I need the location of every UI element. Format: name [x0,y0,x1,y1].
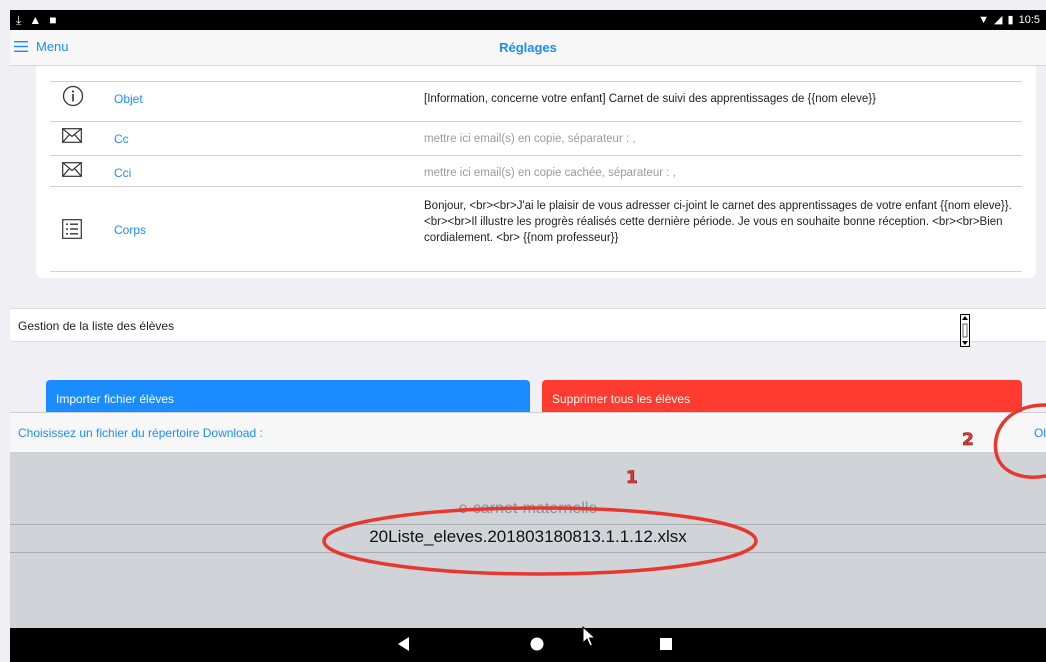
email-row-cci[interactable]: Cci mettre ici email(s) en copie cachée,… [50,155,1022,187]
cci-field[interactable]: mettre ici email(s) en copie cachée, sép… [424,165,1014,181]
page-title: Réglages [499,40,557,55]
download-icon: ⤓ [16,13,22,27]
picker-divider [10,552,1046,553]
menu-button[interactable]: Menu [14,39,69,54]
android-nav-bar [10,626,1046,662]
picker-prompt: Choisissez un fichier du répertoire Down… [18,426,263,440]
stepper-control[interactable] [960,314,970,347]
picker-option[interactable]: e-carnet-maternelle [10,500,1046,518]
students-section-header: Gestion de la liste des élèves [10,308,1046,347]
section-title: Gestion de la liste des élèves [18,319,175,333]
bag-icon: ■ [49,13,57,27]
picker-divider [10,524,1046,525]
file-picker-toolbar: Choisissez un fichier du répertoire Down… [10,412,1046,452]
email-row-label: Cc [114,132,129,146]
envelope-icon [62,162,82,177]
file-picker-wheel[interactable]: e-carnet-maternelle 20Liste_eleves.20180… [10,452,1046,628]
info-icon [62,85,84,107]
status-time: 10:5 [1018,13,1040,26]
envelope-icon [62,128,82,143]
hamburger-icon [14,41,28,52]
nav-bar: Menu Réglages [10,30,1046,66]
battery-icon: ▮ [1007,14,1014,26]
email-row-label: Corps [114,223,147,237]
warning-icon: ▲ [29,13,42,27]
delete-all-students-button[interactable]: Supprimer tous les élèves [542,380,1022,412]
list-icon [62,219,82,239]
cc-field[interactable]: mettre ici email(s) en copie, séparateur… [424,131,1014,147]
email-settings-card: Objet [Information, concerne votre enfan… [36,66,1036,278]
back-icon[interactable] [398,637,410,651]
body-field[interactable]: Bonjour, <br><br>J'ai le plaisir de vous… [424,198,1014,246]
picker-option-selected[interactable]: 20Liste_eleves.201803180813.1.1.12.xlsx [10,527,1046,547]
status-bar: ⤓ ▲ ■ ▼ ◢ ▮ 10:5 [10,10,1046,30]
ok-button[interactable]: Ol [1034,426,1046,440]
device-screen: ⤓ ▲ ■ ▼ ◢ ▮ 10:5 Menu Réglages Objet [In… [0,0,1046,662]
email-row-label: Objet [114,92,143,106]
email-row-corps[interactable]: Corps Bonjour, <br><br>J'ai le plaisir d… [50,186,1022,272]
mouse-cursor-icon [582,626,597,647]
annotation-number-2: 2 [962,430,974,451]
wifi-icon: ▼ [978,13,990,26]
subject-field[interactable]: [Information, concerne votre enfant] Car… [424,91,1014,107]
menu-label: Menu [36,39,69,54]
email-row-objet[interactable]: Objet [Information, concerne votre enfan… [50,81,1022,113]
import-students-button[interactable]: Importer fichier élèves [46,380,530,412]
recents-icon[interactable] [660,638,672,650]
annotation-number-1: 1 [626,468,638,489]
email-row-cc[interactable]: Cc mettre ici email(s) en copie, séparat… [50,121,1022,153]
home-icon[interactable] [530,637,544,651]
stepper-arrows-icon [962,316,968,345]
email-row-label: Cci [114,166,132,180]
signal-icon: ◢ [994,14,1003,26]
